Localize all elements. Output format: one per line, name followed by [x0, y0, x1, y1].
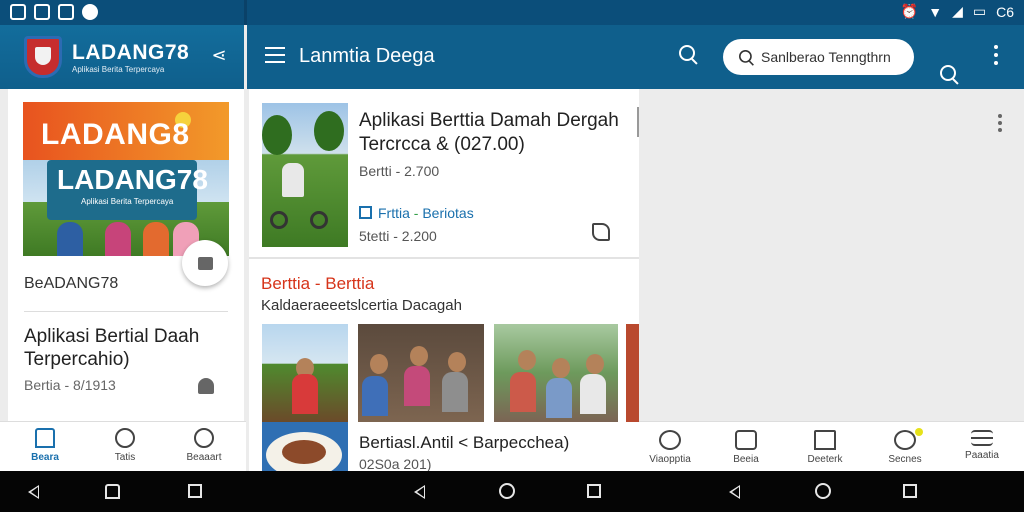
left-app-bar: LADANG78 Aplikasi Berita Terpercaya ⋖ [0, 25, 244, 89]
section-subtitle: Kaldaeraeeetslcertia Dacagah [261, 297, 462, 314]
left-bottom-nav: Beara Tatis Beaaart [0, 421, 246, 471]
share-icon[interactable]: ⋖ [208, 45, 230, 67]
nav-item-home[interactable]: Beara [15, 428, 75, 463]
search-icon[interactable] [679, 45, 699, 65]
profile-icon [894, 430, 916, 450]
search-icon [739, 50, 755, 66]
news-card-meta: 02S0a 201) [359, 456, 432, 471]
back-icon[interactable] [28, 485, 39, 499]
menu-icon [971, 430, 993, 446]
article-meta: Bertia - 8/1913 [24, 377, 116, 393]
article-title[interactable]: Aplikasi Bertial Daah Terpercahio) [24, 325, 224, 371]
notification-badge [915, 428, 923, 436]
section-title: Berttia - Berttia [261, 274, 375, 293]
back-icon[interactable] [414, 485, 425, 499]
news-card-title[interactable]: Aplikasi Berttia Damah Dergah Tercrcca &… [359, 109, 634, 157]
recent-apps-icon[interactable] [903, 484, 917, 498]
news-photo-food[interactable] [262, 422, 348, 471]
logo-shield-icon [24, 36, 62, 78]
signal-icon: ◢ [952, 3, 963, 19]
record-icon [82, 4, 98, 20]
nav-item-deeterk[interactable]: Deeterk [790, 430, 860, 465]
profile-icon[interactable] [198, 378, 214, 394]
system-navigation-bar [0, 471, 1024, 512]
main-app-bar: Lanmtia Deega Sanlberao Tenngthrn [247, 25, 1024, 89]
logo-subtitle: Aplikasi Berita Terpercaya [72, 65, 165, 74]
logo-title: LADANG78 [72, 41, 190, 64]
page-title: Lanmtia Deega [299, 45, 435, 67]
back-icon[interactable] [729, 485, 740, 499]
news-feed[interactable]: Aplikasi Berttia Damah Dergah Tercrcca &… [249, 89, 639, 471]
nav-item-paaatia[interactable]: Paaatia [947, 430, 1017, 461]
news-photo[interactable] [626, 324, 639, 422]
hero-text-2: LADANG78 [57, 164, 208, 195]
news-thumbnail[interactable] [262, 103, 348, 247]
image-icon [34, 4, 50, 20]
news-photo[interactable] [494, 324, 618, 422]
bookmark-icon[interactable] [592, 223, 610, 241]
hero-banner-image[interactable]: LADANG8 LADANG78 Aplikasi Berita Terperc… [23, 102, 229, 256]
globe-icon [659, 430, 681, 450]
home-icon [35, 428, 55, 448]
home-icon[interactable] [499, 483, 515, 499]
hero-text-3: Aplikasi Berita Terpercaya [81, 197, 174, 206]
news-card-tag[interactable]: Frttia - Beriotas [359, 205, 474, 221]
news-card-title[interactable]: Bertiasl.Antil < Barpecchea) [359, 433, 569, 453]
floating-action-button[interactable] [182, 240, 228, 286]
search-input[interactable]: Sanlberao Tenngthrn [723, 39, 914, 75]
sd-card-icon [10, 4, 26, 20]
nav-item-viaopptia[interactable]: Viaopptia [635, 430, 705, 465]
home-icon[interactable] [105, 484, 120, 499]
right-bottom-nav: Viaopptia Beeia Deeterk Secnes Paaatia [639, 421, 1024, 471]
recent-apps-icon[interactable] [587, 484, 601, 498]
info-icon [115, 428, 135, 448]
overflow-menu-icon[interactable] [993, 45, 999, 67]
overflow-menu-icon[interactable] [998, 114, 1002, 135]
hamburger-menu-icon[interactable] [265, 47, 285, 65]
news-photo[interactable] [358, 324, 484, 422]
left-panel: LADANG8 LADANG78 Aplikasi Berita Terperc… [8, 89, 244, 421]
search-icon[interactable] [940, 65, 960, 85]
message-icon [58, 4, 74, 20]
tag-icon [359, 206, 372, 219]
newspaper-icon [735, 430, 757, 450]
news-card[interactable]: Aplikasi Berttia Damah Dergah Tercrcca &… [249, 89, 639, 259]
recent-apps-icon[interactable] [188, 484, 202, 498]
hero-text-1: LADANG8 [41, 118, 190, 151]
wifi-icon: ▼ [928, 3, 943, 20]
alarm-icon: ⏰ [900, 3, 919, 19]
nav-item-beeia[interactable]: Beeia [711, 430, 781, 465]
house-icon [814, 430, 836, 450]
detail-panel [639, 89, 1024, 421]
location-icon [194, 428, 214, 448]
status-bar: ⏰ ▼ ◢ ▭ C6 [0, 0, 1024, 25]
nav-item-location[interactable]: Beaaart [174, 428, 234, 463]
news-card-meta: Bertti - 2.700 [359, 163, 440, 179]
news-card-meta-2: 5tetti - 2.200 [359, 228, 437, 244]
battery-icon: ▭ [972, 3, 987, 19]
search-placeholder: Sanlberao Tenngthrn [761, 49, 891, 65]
news-photo[interactable] [262, 324, 348, 422]
nav-item-tatis[interactable]: Tatis [95, 428, 155, 463]
status-right-text: C6 [996, 3, 1014, 20]
home-icon[interactable] [815, 483, 831, 499]
brand-label: BeADANG78 [24, 275, 119, 292]
nav-item-secnes[interactable]: Secnes [870, 428, 940, 465]
